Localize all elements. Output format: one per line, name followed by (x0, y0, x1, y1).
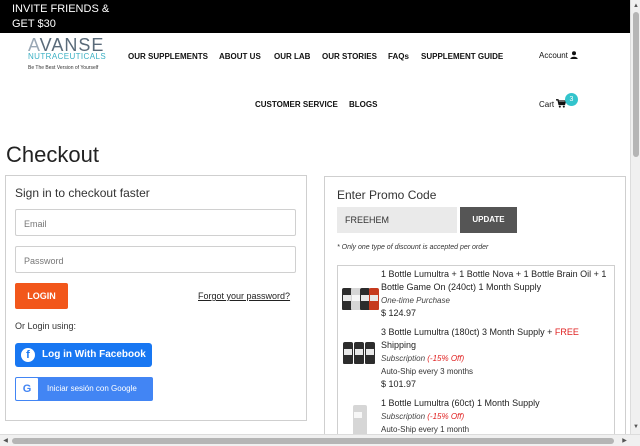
cart-items-list[interactable]: 1 Bottle Lumultra + 1 Bottle Nova + 1 Bo… (337, 265, 615, 438)
nav-our-stories[interactable]: OUR STORIES (322, 52, 377, 61)
item-name: 1 Bottle Lumultra + 1 Bottle Nova + 1 Bo… (381, 269, 607, 292)
account-label: Account (539, 51, 568, 60)
product-image (341, 399, 378, 435)
product-image (341, 328, 378, 364)
google-login-label: Iniciar sesión con Google (47, 384, 137, 393)
item-purchase-type: Subscription (-15% Off) (381, 354, 465, 363)
scroll-left-arrow-icon[interactable]: ◀ (1, 436, 10, 446)
facebook-icon: f (21, 348, 35, 362)
product-image (341, 274, 379, 310)
logo-tagline: Be The Best Version of Yourself (28, 65, 99, 71)
nav-supplement-guide[interactable]: SUPPLEMENT GUIDE (421, 52, 503, 61)
nav-faqs[interactable]: FAQs (388, 52, 409, 61)
vertical-scrollbar[interactable]: ▲ ▼ (630, 0, 640, 434)
password-field[interactable]: Password (15, 246, 296, 273)
scroll-right-arrow-icon[interactable]: ▶ (620, 436, 629, 446)
facebook-login-button[interactable]: f Log in With Facebook (15, 343, 152, 367)
user-icon (570, 51, 578, 59)
item-purchase-type: Subscription (-15% Off) (381, 412, 465, 421)
invite-banner[interactable]: INVITE FRIENDS & GET $30 (0, 0, 630, 33)
vertical-scroll-thumb[interactable] (633, 12, 639, 157)
forgot-password-link[interactable]: Forgot your password? (198, 291, 290, 301)
invite-banner-line2: GET $30 (12, 18, 56, 30)
logo-wordmark: AVANSE (28, 35, 105, 55)
or-login-label: Or Login using: (15, 321, 77, 331)
scroll-up-arrow-icon[interactable]: ▲ (632, 2, 640, 11)
cart-link[interactable]: Cart (539, 99, 567, 109)
brand-logo[interactable]: AVANSE NUTRACEUTICALS Be The Best Versio… (28, 35, 107, 72)
item-price: $ 124.97 (381, 308, 417, 318)
horizontal-scrollbar[interactable]: ◀ ▶ (0, 434, 640, 446)
google-icon: G (16, 378, 38, 400)
nav-blogs[interactable]: BLOGS (349, 100, 377, 109)
logo-subtitle: NUTRACEUTICALS (28, 52, 107, 61)
page-title: Checkout (6, 142, 99, 167)
item-purchase-type: One-time Purchase (381, 296, 450, 305)
promo-title: Enter Promo Code (337, 188, 437, 202)
update-promo-button[interactable]: UPDATE (460, 207, 517, 233)
invite-banner-line1: INVITE FRIENDS & (12, 3, 110, 15)
cart-label: Cart (539, 100, 555, 109)
item-name: 3 Bottle Lumultra (180ct) 3 Month Supply… (381, 327, 579, 350)
promo-code-input[interactable]: FREEHEM (337, 207, 457, 233)
facebook-login-label: Log in With Facebook (42, 349, 146, 360)
item-name: 1 Bottle Lumultra (60ct) 1 Month Supply (381, 398, 540, 408)
login-button[interactable]: LOGIN (15, 283, 68, 309)
promo-note: * Only one type of discount is accepted … (337, 244, 489, 251)
email-field[interactable]: Email (15, 209, 296, 236)
nav-about-us[interactable]: ABOUT US (219, 52, 261, 61)
nav-our-supplements[interactable]: OUR SUPPLEMENTS (128, 52, 208, 61)
horizontal-scroll-thumb[interactable] (12, 438, 614, 444)
nav-our-lab[interactable]: OUR LAB (274, 52, 310, 61)
account-link[interactable]: Account (539, 51, 578, 60)
signin-title: Sign in to checkout faster (15, 186, 150, 200)
scroll-down-arrow-icon[interactable]: ▼ (632, 423, 640, 432)
nav-customer-service[interactable]: CUSTOMER SERVICE (255, 100, 338, 109)
item-autoship: Auto-Ship every 3 months (381, 367, 474, 376)
google-login-button[interactable]: G Iniciar sesión con Google (15, 377, 153, 401)
cart-count-badge: 3 (565, 93, 578, 106)
item-price: $ 101.97 (381, 379, 417, 389)
